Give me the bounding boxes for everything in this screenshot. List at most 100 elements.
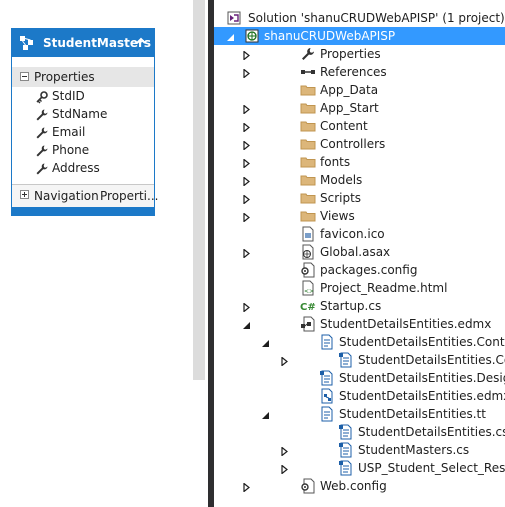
- tree-item-startup-cs[interactable]: C# Startup.cs: [214, 297, 505, 315]
- tree-item-label: shanuCRUDWebAPISP: [264, 29, 396, 43]
- entity-footer-bar: [12, 207, 154, 215]
- tree-item-label: Views: [320, 209, 355, 223]
- property-name: Address: [52, 161, 100, 175]
- tt-file-icon: [319, 406, 335, 422]
- property-row-stdname[interactable]: StdName: [12, 105, 154, 123]
- tree-item-label: USP_Student_Select_Result.cs: [358, 461, 505, 475]
- tree-item-label: Startup.cs: [320, 299, 382, 313]
- tree-item-properties[interactable]: Properties: [214, 45, 505, 63]
- tree-item-controllers[interactable]: Controllers: [214, 135, 505, 153]
- tree-item-studentdetailsentities-context-tt[interactable]: StudentDetailsEntities.Context.tt: [214, 333, 505, 351]
- chevron-up-icon[interactable]: [134, 34, 148, 48]
- tree-item-studentdetailsentities-edmx-diagram[interactable]: StudentDetailsEntities.edmx.diagram: [214, 387, 505, 405]
- tree-item-label: Scripts: [320, 191, 362, 205]
- entity-header[interactable]: StudentMasters: [12, 29, 154, 57]
- tree-item-studentdetailsentities-context-cs[interactable]: StudentDetailsEntities.Context.cs: [214, 351, 505, 369]
- tree-item-content[interactable]: Content: [214, 117, 505, 135]
- tree-item-studentdetailsentities-designer-cs[interactable]: StudentDetailsEntities.Designer.cs: [214, 369, 505, 387]
- tree-item-label: StudentMasters.cs: [358, 443, 470, 457]
- designer-vertical-scrollbar[interactable]: [193, 0, 205, 380]
- expand-arrow-icon[interactable]: [280, 445, 289, 457]
- property-name: Phone: [52, 143, 90, 157]
- tree-item-app-data[interactable]: App_Data: [214, 81, 505, 99]
- expand-arrow-icon[interactable]: [242, 67, 251, 79]
- expand-arrow-icon[interactable]: [242, 121, 251, 133]
- tree-item-label: Controllers: [320, 137, 386, 151]
- references-icon: [300, 64, 316, 80]
- property-row-phone[interactable]: Phone: [12, 141, 154, 159]
- tree-item-label: Content: [320, 119, 368, 133]
- properties-section-header[interactable]: Properties: [12, 67, 154, 87]
- diagram-file-icon: [319, 388, 335, 404]
- tree-item-scripts[interactable]: Scripts: [214, 189, 505, 207]
- property-row-email[interactable]: Email: [12, 123, 154, 141]
- tree-item-label: packages.config: [320, 263, 418, 277]
- expand-arrow-icon[interactable]: [242, 157, 251, 169]
- tree-item-solution-shanucrudwebapisp-1-project[interactable]: Solution 'shanuCRUDWebAPISP' (1 project): [214, 9, 505, 27]
- wrench-icon: [36, 127, 48, 139]
- tree-item-usp-student-select-result-cs[interactable]: USP_Student_Select_Result.cs: [214, 459, 505, 477]
- tree-item-studentdetailsentities-tt[interactable]: StudentDetailsEntities.tt: [214, 405, 505, 423]
- expand-arrow-icon[interactable]: [242, 247, 251, 259]
- tt-file-icon: [319, 334, 335, 350]
- navigation-section-label: Navigation: [34, 189, 99, 203]
- properties-section-label: Properties: [34, 70, 95, 84]
- navigation-properties-header[interactable]: Navigation Properti...: [12, 184, 158, 207]
- property-row-stdid[interactable]: StdID: [12, 87, 154, 105]
- svg-text:<>: <>: [304, 288, 314, 295]
- tree-item-packages-config[interactable]: packages.config: [214, 261, 505, 279]
- expand-arrow-icon[interactable]: [242, 139, 251, 151]
- tree-item-references[interactable]: References: [214, 63, 505, 81]
- expand-arrow-icon[interactable]: [242, 175, 251, 187]
- expand-arrow-icon[interactable]: [242, 49, 251, 61]
- expand-arrow-icon[interactable]: [242, 193, 251, 205]
- tree-item-web-config[interactable]: Web.config: [214, 477, 505, 495]
- tree-item-favicon-ico[interactable]: favicon.ico: [214, 225, 505, 243]
- solution-icon: [226, 10, 242, 26]
- entity-shape-studentmasters[interactable]: StudentMasters Properties StdID StdName: [11, 28, 158, 216]
- collapse-arrow-icon[interactable]: [226, 31, 235, 41]
- tree-item-label: fonts: [320, 155, 351, 169]
- tree-item-global-asax[interactable]: Global.asax: [214, 243, 505, 261]
- folder-icon: [300, 154, 316, 170]
- cs-doc-icon: [319, 370, 335, 386]
- expand-arrow-icon[interactable]: [242, 211, 251, 223]
- expand-toggle-icon[interactable]: [20, 190, 29, 199]
- tree-item-shanucrudwebapisp[interactable]: shanuCRUDWebAPISP: [214, 27, 505, 45]
- tree-item-studentmasters-cs[interactable]: StudentMasters.cs: [214, 441, 505, 459]
- collapse-toggle-icon[interactable]: [20, 72, 29, 81]
- tree-item-models[interactable]: Models: [214, 171, 505, 189]
- tree-item-label: App_Data: [320, 83, 379, 97]
- tree-item-label: StudentDetailsEntities.edmx: [320, 317, 492, 331]
- folder-icon: [300, 172, 316, 188]
- edmx-file-icon: [300, 316, 316, 332]
- expand-arrow-icon[interactable]: [280, 463, 289, 475]
- tree-item-project-readme-html[interactable]: <> Project_Readme.html: [214, 279, 505, 297]
- tree-item-studentdetailsentities-cs[interactable]: StudentDetailsEntities.cs: [214, 423, 505, 441]
- tree-item-fonts[interactable]: fonts: [214, 153, 505, 171]
- tree-item-views[interactable]: Views: [214, 207, 505, 225]
- tree-item-label: Global.asax: [320, 245, 391, 259]
- tree-item-label: favicon.ico: [320, 227, 385, 241]
- folder-icon: [300, 82, 316, 98]
- tree-item-label: StudentDetailsEntities.edmx.diagram: [339, 389, 505, 403]
- tree-item-app-start[interactable]: App_Start: [214, 99, 505, 117]
- tree-item-studentdetailsentities-edmx[interactable]: StudentDetailsEntities.edmx: [214, 315, 505, 333]
- collapse-arrow-icon[interactable]: [242, 319, 251, 329]
- expand-arrow-icon[interactable]: [242, 301, 251, 313]
- tree-item-label: References: [320, 65, 387, 79]
- expand-arrow-icon[interactable]: [242, 481, 251, 493]
- collapse-arrow-icon[interactable]: [261, 337, 270, 347]
- wrench-icon: [36, 109, 48, 121]
- expand-arrow-icon[interactable]: [242, 103, 251, 115]
- tree-item-label: StudentDetailsEntities.Context.cs: [358, 353, 505, 367]
- tree-item-label: Web.config: [320, 479, 387, 493]
- property-row-address[interactable]: Address: [12, 159, 154, 177]
- web-project-icon: [244, 28, 260, 44]
- collapse-arrow-icon[interactable]: [261, 409, 270, 419]
- property-name: Email: [52, 125, 86, 139]
- key-icon: [36, 91, 48, 104]
- tree-item-label: StudentDetailsEntities.Context.tt: [339, 335, 505, 349]
- expand-arrow-icon[interactable]: [280, 355, 289, 367]
- navigation-section-value: Properti...: [100, 189, 159, 203]
